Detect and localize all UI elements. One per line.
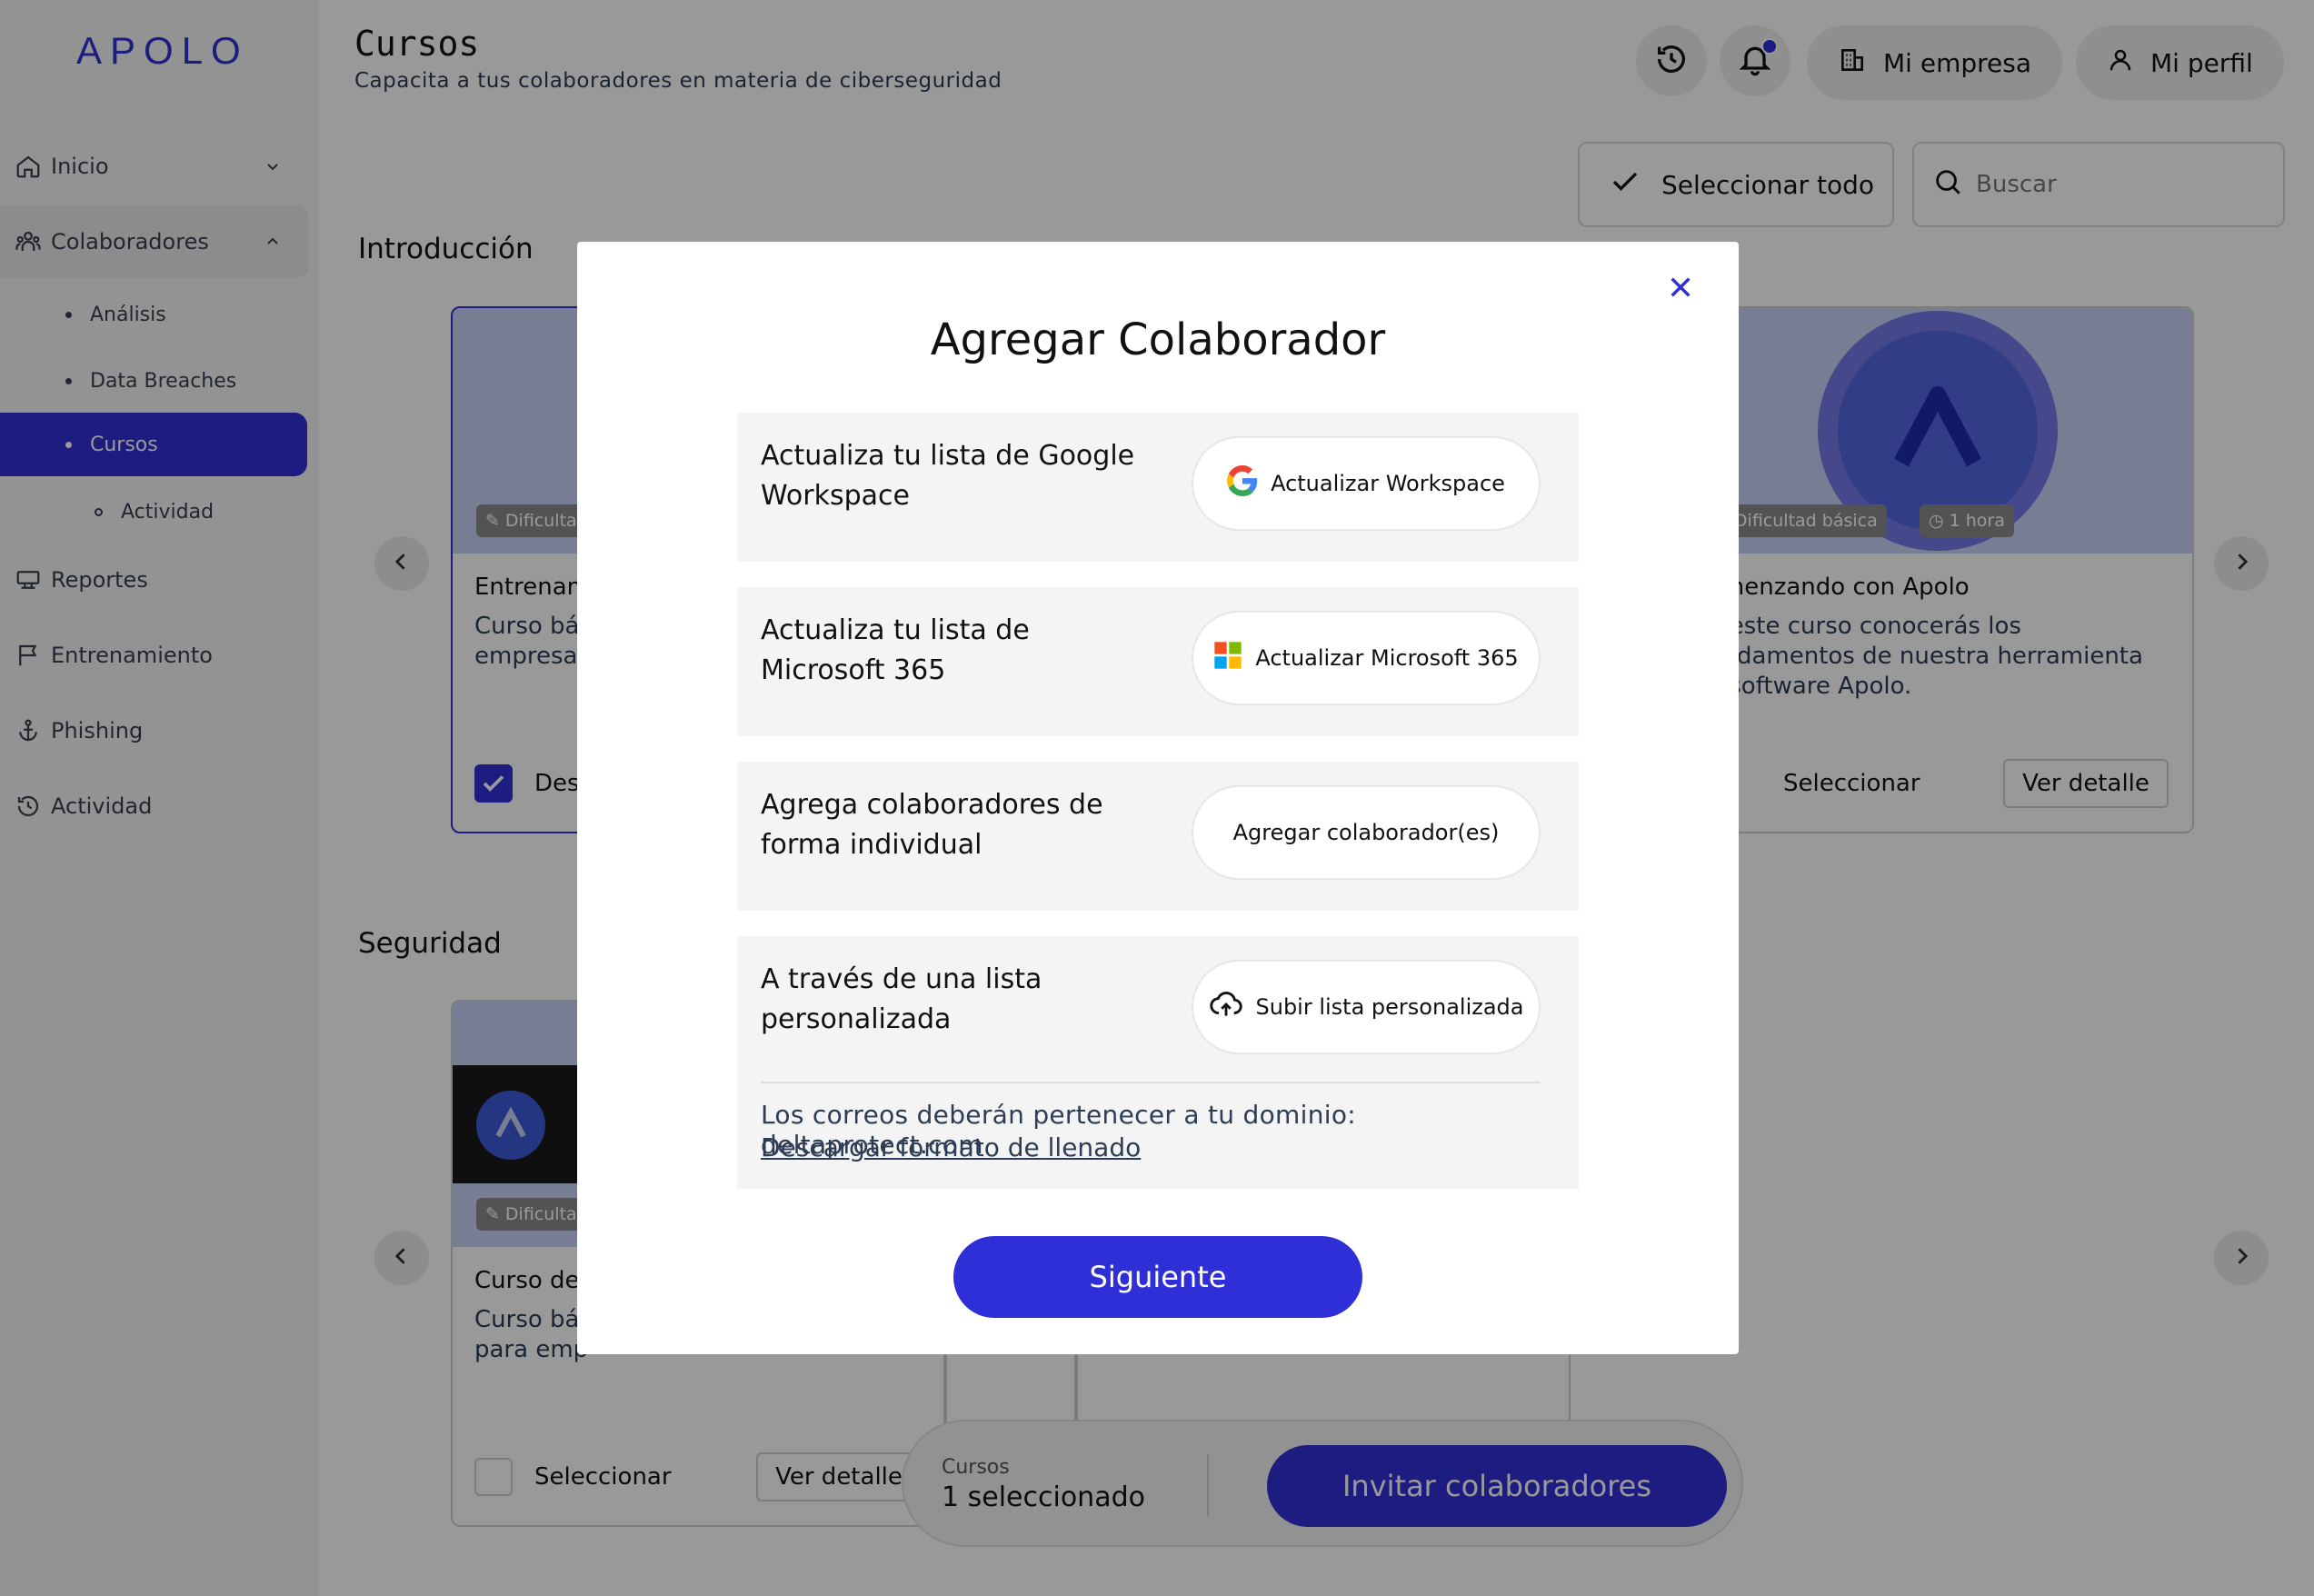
update-microsoft-button[interactable]: Actualizar Microsoft 365 — [1192, 611, 1541, 705]
upload-custom-list-label: Subir lista personalizada — [1255, 994, 1524, 1020]
option-custom-list: A través de una lista personalizada Subi… — [737, 936, 1579, 1189]
update-workspace-button[interactable]: Actualizar Workspace — [1192, 436, 1541, 531]
option-microsoft-365: Actualiza tu lista de Microsoft 365 Actu… — [737, 587, 1579, 736]
microsoft-icon — [1213, 641, 1242, 675]
divider — [761, 1082, 1541, 1083]
add-collaborators-button[interactable]: Agregar colaborador(es) — [1192, 785, 1541, 880]
next-button[interactable]: Siguiente — [953, 1236, 1362, 1318]
update-microsoft-label: Actualizar Microsoft 365 — [1255, 645, 1519, 671]
close-icon — [1671, 277, 1691, 297]
add-collaborator-modal: Agregar Colaborador Actualiza tu lista d… — [577, 242, 1739, 1354]
download-template-link[interactable]: Descargar formato de llenado — [761, 1132, 1141, 1162]
option-individual: Agrega colaboradores de forma individual… — [737, 762, 1579, 911]
modal-title: Agregar Colaborador — [930, 314, 1386, 365]
option-text: A través de una lista personalizada — [761, 963, 1042, 1035]
option-text: Agrega colaboradores de forma individual — [761, 789, 1103, 861]
update-workspace-label: Actualizar Workspace — [1271, 471, 1505, 496]
close-button[interactable] — [1661, 267, 1701, 307]
google-icon — [1227, 465, 1258, 502]
option-google-workspace: Actualiza tu lista de Google Workspace A… — [737, 413, 1579, 562]
upload-custom-list-button[interactable]: Subir lista personalizada — [1192, 960, 1541, 1054]
upload-cloud-icon — [1209, 987, 1243, 1027]
option-text: Actualiza tu lista de Microsoft 365 — [761, 614, 1030, 686]
option-text: Actualiza tu lista de Google Workspace — [761, 440, 1135, 512]
add-collaborators-label: Agregar colaborador(es) — [1232, 820, 1500, 845]
